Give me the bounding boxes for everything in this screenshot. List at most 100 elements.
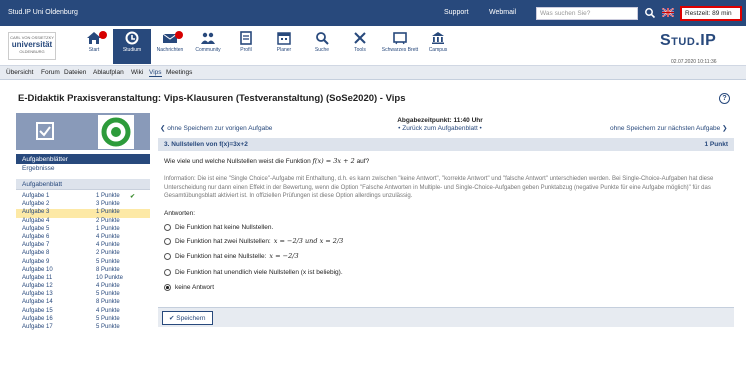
page-title: E-Didaktik Praxisveranstaltung: Vips-Kla… (18, 93, 406, 104)
radio-button[interactable] (164, 269, 171, 276)
answer-option[interactable]: Die Funktion hat keine Nullstellen. (164, 224, 273, 231)
answer-option[interactable]: keine Antwort (164, 284, 214, 291)
task-row[interactable]: Aufgabe 16 5 Punkte (16, 316, 150, 324)
sidebar-item-aufgabenblaetter[interactable]: Aufgabenblätter (16, 154, 150, 164)
question-formula: f(x) = 3x + 2 (312, 157, 355, 165)
task-name: Aufgabe 8 (22, 250, 50, 257)
task-row[interactable]: Aufgabe 13 5 Punkte (16, 291, 150, 299)
search-icon[interactable] (644, 7, 656, 19)
search-input[interactable]: Was suchen Sie? (536, 7, 638, 20)
task-row[interactable]: Aufgabe 1 1 Punkte ✔ (16, 193, 150, 201)
radio-button[interactable] (164, 284, 171, 291)
top-bar: Stud.IP Uni Oldenburg Support Webmail Wa… (0, 0, 746, 26)
task-name: Aufgabe 13 (22, 291, 53, 298)
nav-community[interactable]: Community (189, 29, 227, 64)
help-icon[interactable]: ? (719, 93, 730, 104)
logo-main-text: universität (11, 40, 53, 49)
nav-nachrichten[interactable]: Nachrichten (151, 29, 189, 64)
tab-vips[interactable]: Vips (149, 69, 162, 77)
community-icon (201, 32, 215, 44)
nav-profil[interactable]: Profil (227, 29, 265, 64)
form-footer: ✔ Speichern (158, 307, 734, 327)
server-date: 02.07.2020 10:11:36 (671, 59, 717, 65)
checkmark-icon: ✔ (130, 194, 136, 200)
task-row[interactable]: Aufgabe 8 2 Punkte (16, 250, 150, 258)
tab-wiki[interactable]: Wiki (131, 69, 143, 76)
task-row[interactable]: Aufgabe 9 5 Punkte (16, 259, 150, 267)
task-points: 2 Punkte (96, 250, 120, 257)
save-button[interactable]: ✔ Speichern (162, 311, 213, 325)
brand-link[interactable]: Stud.IP Uni Oldenburg (8, 9, 78, 16)
tools-icon (354, 32, 366, 44)
task-name: Aufgabe 9 (22, 258, 50, 265)
answer-option[interactable]: Die Funktion hat eine Nullstelle: x = −2/… (164, 252, 299, 260)
next-task-link[interactable]: ohne Speichern zur nächsten Aufgabe ❯ (610, 124, 728, 132)
nav-label: Studium (122, 47, 142, 53)
nav-start[interactable]: Start (75, 29, 113, 64)
back-to-sheet-link[interactable]: • Zurück zum Aufgabenblatt • (380, 125, 500, 133)
nav-planer[interactable]: Planer (265, 29, 303, 64)
nav-label: Tools (354, 47, 366, 53)
prev-task-link[interactable]: ❮ ohne Speichern zur vorigen Aufgabe (160, 124, 272, 132)
question-info: Information: Die ist eine "Single Choice… (164, 176, 714, 199)
task-row[interactable]: Aufgabe 10 8 Punkte (16, 267, 150, 275)
task-row[interactable]: Aufgabe 17 5 Punkte (16, 324, 150, 332)
tab-forum[interactable]: Forum (41, 69, 60, 76)
task-row[interactable]: Aufgabe 6 4 Punkte (16, 234, 150, 242)
task-points: 2 Punkte (96, 217, 120, 224)
answer-option[interactable]: Die Funktion hat unendlich viele Nullste… (164, 269, 343, 276)
task-points: 5 Punkte (96, 291, 120, 298)
task-row[interactable]: Aufgabe 7 4 Punkte (16, 242, 150, 250)
checkbox-illustration-icon (36, 122, 54, 140)
answer-formula: x = −2/3 (269, 252, 299, 260)
task-points: 5 Punkte (96, 324, 120, 330)
nav-label: Schwarzes Brett (381, 47, 419, 53)
answer-text: Die Funktion hat keine Nullstellen. (175, 224, 274, 232)
nav-campus[interactable]: Campus (419, 29, 457, 64)
tab-files[interactable]: Dateien (64, 69, 86, 76)
question-points: 1 Punkt (704, 141, 728, 148)
tab-meetings[interactable]: Meetings (166, 69, 192, 76)
question-text-suffix: auf? (356, 158, 370, 165)
sidebar-list-title: Aufgabenblatt (16, 179, 150, 190)
studip-logo[interactable]: Stud.IP (660, 32, 716, 50)
task-row[interactable]: Aufgabe 5 1 Punkte (16, 226, 150, 234)
webmail-link[interactable]: Webmail (489, 9, 516, 16)
nav-studium[interactable]: Studium (113, 29, 151, 64)
logo-bottom-text: OLDENBURG (19, 49, 45, 54)
support-link[interactable]: Support (444, 9, 469, 16)
nav-label: Community (195, 47, 221, 53)
radio-button[interactable] (164, 224, 171, 231)
question-body: Wie viele und welche Nullstellen weist d… (158, 151, 734, 301)
nav-suche[interactable]: Suche (303, 29, 341, 64)
answer-option[interactable]: Die Funktion hat zwei Nullstellen: x = −2… (164, 237, 343, 245)
sidebar: Aufgabenblätter Ergebnisse Aufgabenblatt… (16, 150, 150, 365)
task-row[interactable]: Aufgabe 15 4 Punkte (16, 308, 150, 316)
seminar-icon (125, 31, 139, 45)
radio-button[interactable] (164, 252, 171, 260)
task-row[interactable]: Aufgabe 4 2 Punkte (16, 218, 150, 226)
task-row[interactable]: Aufgabe 2 3 Punkte (16, 201, 150, 209)
task-row[interactable]: Aufgabe 12 4 Punkte (16, 283, 150, 291)
language-flag-icon[interactable] (662, 8, 674, 17)
nav-tools[interactable]: Tools (341, 29, 379, 64)
task-points: 4 Punkte (96, 283, 120, 290)
university-logo[interactable]: CARL VON OSSIETZKY universität OLDENBURG (8, 32, 56, 60)
tab-overview[interactable]: Übersicht (6, 69, 33, 76)
task-name: Aufgabe 3 (22, 209, 50, 216)
nav-schwarzes-brett[interactable]: Schwarzes Brett (381, 29, 419, 64)
tab-schedule[interactable]: Ablaufplan (93, 69, 124, 76)
task-row[interactable]: Aufgabe 11 10 Punkte (16, 275, 150, 283)
radio-button[interactable] (164, 237, 171, 245)
task-name: Aufgabe 10 (22, 266, 53, 273)
task-points: 8 Punkte (96, 266, 120, 273)
task-row[interactable]: Aufgabe 3 1 Punkte (16, 209, 150, 218)
task-row[interactable]: Aufgabe 14 8 Punkte (16, 299, 150, 307)
course-tabs: Übersicht Forum Dateien Ablaufplan Wiki … (0, 66, 746, 80)
sidebar-image (16, 113, 150, 150)
answer-text: Die Funktion hat unendlich viele Nullste… (175, 269, 343, 277)
task-name: Aufgabe 5 (22, 225, 50, 232)
task-name: Aufgabe 15 (22, 307, 53, 314)
task-points: 1 Punkte (96, 225, 120, 232)
sidebar-item-ergebnisse[interactable]: Ergebnisse (16, 164, 150, 173)
